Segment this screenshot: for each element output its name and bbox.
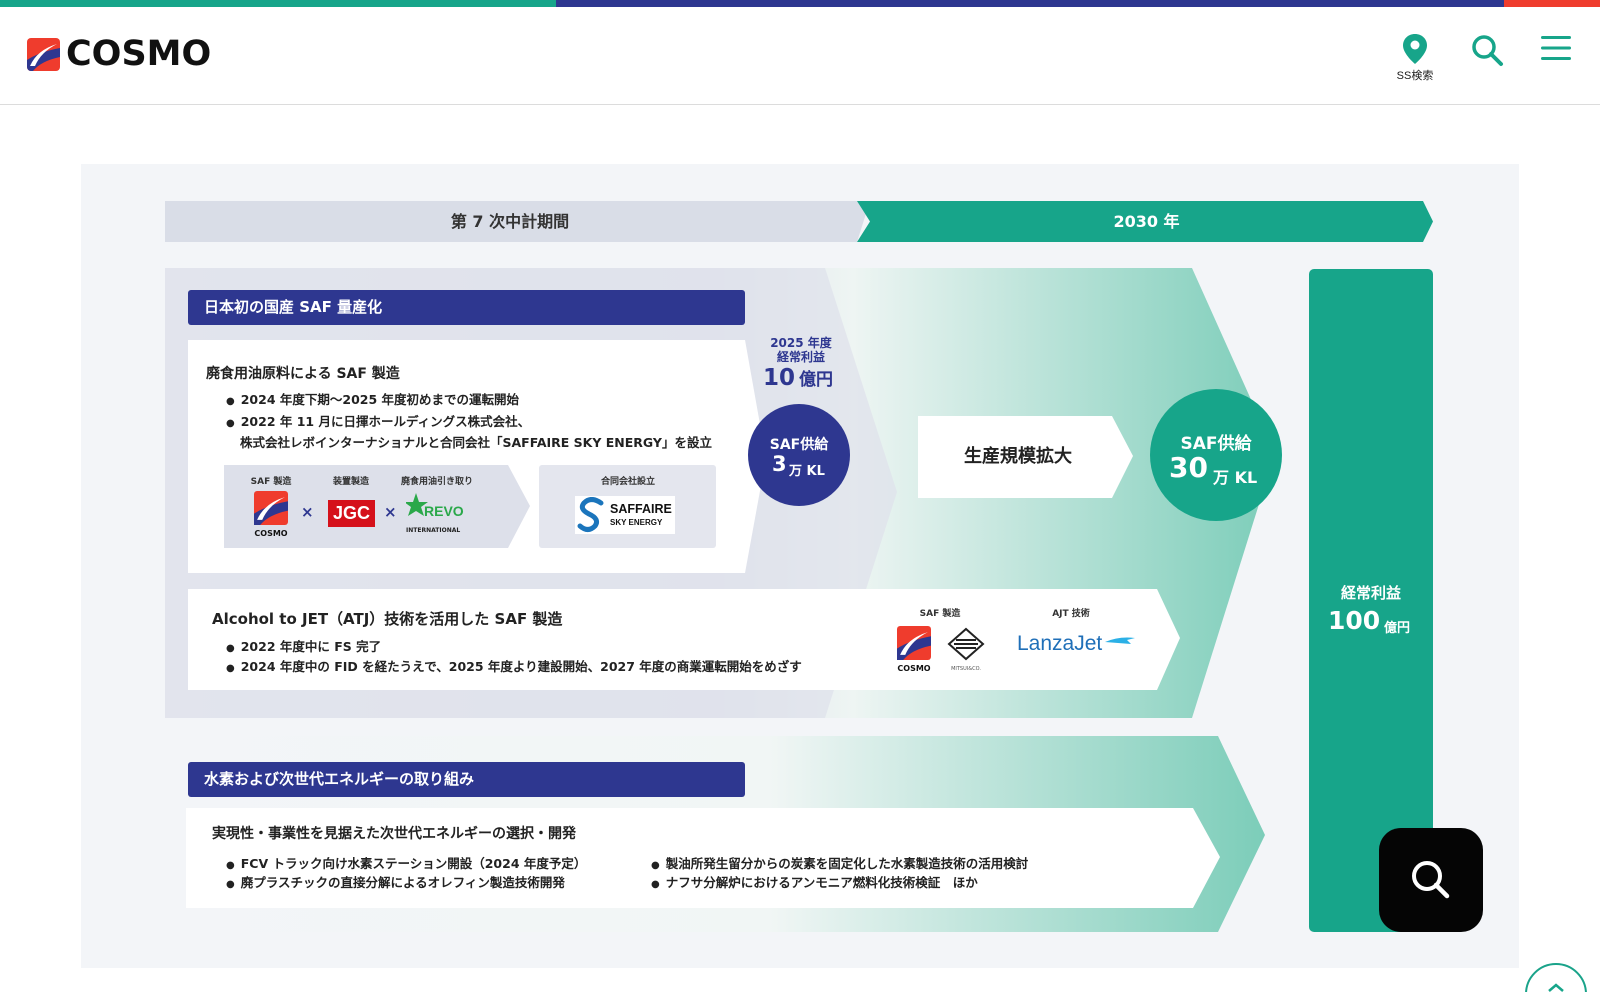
hydrogen-bullet3: 製油所発生留分からの炭素を固定化した水素製造技術の活用検討 — [651, 853, 1029, 872]
saf-card1-title: 廃食用油原料による SAF 製造 — [206, 366, 400, 382]
saf-supply-2030-value: 30 — [1169, 451, 1208, 484]
profit-2030-label: 経常利益 — [1340, 584, 1401, 602]
saf-card1-bullet2: 2022 年 11 月に日揮ホールディングス株式会社、 — [226, 411, 530, 430]
saffaire-s-icon — [577, 497, 604, 532]
cosmo-atj-text: COSMO — [897, 664, 931, 673]
partner-label-jv: 合同会社設立 — [600, 477, 655, 487]
hydrogen-bullet2: 廃プラスチックの直接分解によるオレフィン製造技術開発 — [226, 872, 565, 891]
saf-supply-2025-circle — [748, 404, 850, 506]
revo-logo: REVO INTERNATIONAL — [404, 491, 464, 537]
saf-supply-2025-value: 3 — [772, 452, 787, 476]
atj-label-saf: SAF 製造 — [919, 609, 961, 619]
saf-card2-title: Alcohol to JET（ATJ）技術を活用した SAF 製造 — [212, 610, 563, 628]
mitsui-mark-icon — [947, 627, 985, 661]
search-icon — [1412, 861, 1450, 899]
saf-supply-2025-unit: 万 KL — [789, 464, 825, 479]
saf-supply-2030-unit: 万 KL — [1213, 468, 1258, 487]
jgc-logo: JGC — [328, 500, 375, 527]
partner-label-oil: 廃食用油引き取り — [400, 477, 473, 487]
revo-text: REVO — [424, 503, 464, 519]
hydrogen-section-title: 水素および次世代エネルギーの取り組み — [188, 762, 745, 797]
mitsui-subtext: MITSUI&CO. — [951, 666, 981, 672]
hydrogen-bullet4: ナフサ分解炉におけるアンモニア燃料化技術検証 ほか — [651, 872, 978, 891]
saf-card2-bullet2: 2024 年度中の FID を経たうえで、2025 年度より建設開始、2027 … — [226, 656, 802, 675]
partner-label-saf: SAF 製造 — [250, 477, 292, 487]
profit-2025-unit: 億円 — [799, 370, 833, 390]
saf-supply-2025-label: SAF供給 — [769, 437, 829, 453]
cosmo-partner-text: COSMO — [254, 529, 288, 538]
partner-label-equipment: 装置製造 — [332, 477, 369, 487]
atj-label-technology: AJT 技術 — [1052, 609, 1090, 619]
profit-2030-value: 100 — [1328, 606, 1381, 635]
saffaire-logo: SAFFAIRE SKY ENERGY — [575, 496, 675, 534]
saffaire-name: SAFFAIRE — [610, 502, 672, 516]
lanzajet-logo: LanzaJet — [1017, 632, 1103, 655]
profit-2025-label1: 2025 年度 — [770, 336, 832, 350]
floating-search-button[interactable] — [1379, 828, 1483, 932]
times-sign-1: × — [301, 503, 314, 521]
hydrogen-card-title: 実現性・事業性を見据えた次世代エネルギーの選択・開発 — [212, 826, 576, 842]
saf-section-title: 日本初の国産 SAF 量産化 — [188, 290, 745, 325]
expand-label: 生産規模拡大 — [964, 446, 1072, 467]
hydrogen-bullet1: FCV トラック向け水素ステーション開設（2024 年度予定） — [226, 853, 587, 872]
back-to-top-button[interactable] — [1525, 963, 1587, 992]
profit-2025-label2: 経常利益 — [776, 350, 825, 364]
saf-card1-bullet2-cont: 株式会社レボインターナショナルと合同会社「SAFFAIRE SKY ENERGY… — [240, 435, 712, 450]
cosmo-mark-icon — [254, 491, 288, 525]
mitsui-logo: MITSUI&CO. — [946, 626, 986, 672]
times-sign-2: × — [384, 503, 397, 521]
chevron-up-icon — [1548, 983, 1564, 992]
saf-card1-bullet1: 2024 年度下期～2025 年度初めまでの運転開始 — [226, 389, 519, 408]
saffaire-sub: SKY ENERGY — [610, 518, 663, 527]
plane-swoosh-icon — [1105, 637, 1135, 644]
profit-2030-unit: 億円 — [1384, 621, 1411, 636]
saf-card2-bullet1: 2022 年度中に FS 完了 — [226, 636, 381, 655]
revo-subtext: INTERNATIONAL — [406, 527, 461, 534]
cosmo-mark-icon — [897, 626, 931, 660]
period-current-label: 第 7 次中計期間 — [450, 212, 570, 231]
cosmo-partner-logo: COSMO — [253, 491, 289, 538]
cosmo-atj-logo: COSMO — [896, 626, 932, 673]
profit-2025-value: 10 — [763, 365, 796, 391]
period-2030-label: 2030 年 — [1113, 212, 1180, 231]
